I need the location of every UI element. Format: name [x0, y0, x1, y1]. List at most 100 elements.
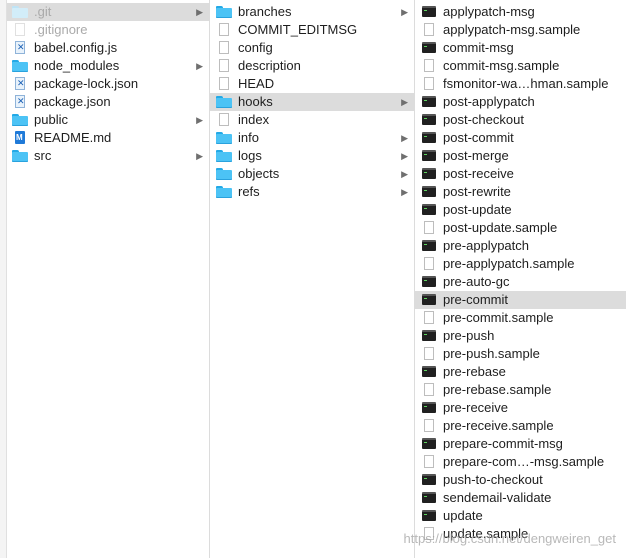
disclosure-chevron-icon[interactable]: ▶ [196, 111, 203, 129]
js-file-icon [12, 41, 28, 55]
file-name: babel.config.js [34, 40, 118, 55]
folder-icon [216, 5, 232, 19]
folder-icon [12, 113, 28, 127]
file-row-applypatch-msg-sample[interactable]: applypatch-msg.sample [415, 21, 626, 39]
file-row-pre-rebase-sample[interactable]: pre-rebase.sample [415, 381, 626, 399]
folder-icon [216, 185, 232, 199]
executable-icon [421, 473, 437, 487]
file-row-push-to-checkout[interactable]: push-to-checkout [415, 471, 626, 489]
file-row-hooks[interactable]: hooks ▶ [210, 93, 414, 111]
disclosure-chevron-icon[interactable]: ▶ [401, 183, 408, 201]
file-name: post-checkout [443, 112, 524, 127]
disclosure-chevron-icon[interactable]: ▶ [401, 3, 408, 21]
file-row-update-sample[interactable]: update.sample [415, 525, 626, 543]
file-row-package-lock-json[interactable]: package-lock.json [6, 75, 209, 93]
disclosure-chevron-icon[interactable]: ▶ [401, 147, 408, 165]
disclosure-chevron-icon[interactable]: ▶ [401, 165, 408, 183]
file-row-sendemail-validate[interactable]: sendemail-validate [415, 489, 626, 507]
file-row-pre-commit-sample[interactable]: pre-commit.sample [415, 309, 626, 327]
file-name: refs [238, 184, 260, 199]
file-row-gitignore[interactable]: .gitignore [6, 21, 209, 39]
disclosure-chevron-icon[interactable]: ▶ [196, 3, 203, 21]
finder-column-git[interactable]: branches ▶ COMMIT_EDITMSGconfig description… [210, 0, 415, 558]
file-name: pre-applypatch.sample [443, 256, 575, 271]
file-row-post-update-sample[interactable]: post-update.sample [415, 219, 626, 237]
document-icon [421, 311, 437, 325]
disclosure-chevron-icon[interactable]: ▶ [196, 57, 203, 75]
file-list-project: .git ▶ .gitignore babel.config.js node_modul… [6, 3, 209, 165]
file-row-objects[interactable]: objects ▶ [210, 165, 414, 183]
file-row-commit-editmsg[interactable]: COMMIT_EDITMSG [210, 21, 414, 39]
file-name: pre-applypatch [443, 238, 529, 253]
disclosure-chevron-icon[interactable]: ▶ [401, 129, 408, 147]
disclosure-chevron-icon[interactable]: ▶ [401, 93, 408, 111]
folder-icon [216, 131, 232, 145]
file-row-commit-msg-sample[interactable]: commit-msg.sample [415, 57, 626, 75]
file-row-update[interactable]: update [415, 507, 626, 525]
document-icon [421, 59, 437, 73]
executable-icon [421, 113, 437, 127]
file-row-head[interactable]: HEAD [210, 75, 414, 93]
file-name: post-update [443, 202, 512, 217]
file-row-git[interactable]: .git ▶ [6, 3, 209, 21]
file-name: pre-receive.sample [443, 418, 554, 433]
executable-icon [421, 5, 437, 19]
file-row-applypatch-msg[interactable]: applypatch-msg [415, 3, 626, 21]
file-name: COMMIT_EDITMSG [238, 22, 358, 37]
file-name: public [34, 112, 68, 127]
file-row-public[interactable]: public ▶ [6, 111, 209, 129]
document-icon [216, 77, 232, 91]
file-row-src[interactable]: src ▶ [6, 147, 209, 165]
file-row-commit-msg[interactable]: commit-msg [415, 39, 626, 57]
finder-column-project[interactable]: .git ▶ .gitignore babel.config.js node_modul… [0, 0, 210, 558]
file-row-readme-md[interactable]: README.md [6, 129, 209, 147]
document-icon [421, 383, 437, 397]
js-file-icon [12, 95, 28, 109]
file-row-refs[interactable]: refs ▶ [210, 183, 414, 201]
file-row-post-rewrite[interactable]: post-rewrite [415, 183, 626, 201]
file-row-babel-config-js[interactable]: babel.config.js [6, 39, 209, 57]
file-name: HEAD [238, 76, 275, 91]
file-row-logs[interactable]: logs ▶ [210, 147, 414, 165]
document-icon [216, 23, 232, 37]
executable-icon [421, 401, 437, 415]
file-row-node-modules[interactable]: node_modules ▶ [6, 57, 209, 75]
file-row-pre-applypatch[interactable]: pre-applypatch [415, 237, 626, 255]
finder-column-hooks[interactable]: applypatch-msg applypatch-msg.sample commi… [415, 0, 626, 558]
file-row-pre-receive[interactable]: pre-receive [415, 399, 626, 417]
disclosure-chevron-icon[interactable]: ▶ [196, 147, 203, 165]
file-row-post-applypatch[interactable]: post-applypatch [415, 93, 626, 111]
file-row-branches[interactable]: branches ▶ [210, 3, 414, 21]
file-row-fsmonitor-wa-hman-sample[interactable]: fsmonitor-wa…hman.sample [415, 75, 626, 93]
file-row-index[interactable]: index [210, 111, 414, 129]
file-row-info[interactable]: info ▶ [210, 129, 414, 147]
file-row-post-update[interactable]: post-update [415, 201, 626, 219]
file-row-pre-push-sample[interactable]: pre-push.sample [415, 345, 626, 363]
folder-icon [216, 167, 232, 181]
file-name: applypatch-msg [443, 4, 535, 19]
executable-icon [421, 149, 437, 163]
file-row-description[interactable]: description [210, 57, 414, 75]
file-name: pre-push [443, 328, 495, 343]
file-row-prepare-commit-msg[interactable]: prepare-commit-msg [415, 435, 626, 453]
file-row-pre-commit[interactable]: pre-commit [415, 291, 626, 309]
file-row-post-receive[interactable]: post-receive [415, 165, 626, 183]
file-row-pre-push[interactable]: pre-push [415, 327, 626, 345]
file-row-config[interactable]: config [210, 39, 414, 57]
file-name: prepare-commit-msg [443, 436, 563, 451]
file-row-prepare-com-msg-sample[interactable]: prepare-com…-msg.sample [415, 453, 626, 471]
file-name: config [238, 40, 273, 55]
file-row-post-merge[interactable]: post-merge [415, 147, 626, 165]
file-row-pre-rebase[interactable]: pre-rebase [415, 363, 626, 381]
file-name: hooks [238, 94, 273, 109]
file-row-post-checkout[interactable]: post-checkout [415, 111, 626, 129]
file-row-package-json[interactable]: package.json [6, 93, 209, 111]
file-row-pre-auto-gc[interactable]: pre-auto-gc [415, 273, 626, 291]
document-icon [216, 59, 232, 73]
file-row-pre-applypatch-sample[interactable]: pre-applypatch.sample [415, 255, 626, 273]
file-row-pre-receive-sample[interactable]: pre-receive.sample [415, 417, 626, 435]
file-row-post-commit[interactable]: post-commit [415, 129, 626, 147]
document-icon [216, 113, 232, 127]
document-icon [421, 419, 437, 433]
document-icon [421, 257, 437, 271]
